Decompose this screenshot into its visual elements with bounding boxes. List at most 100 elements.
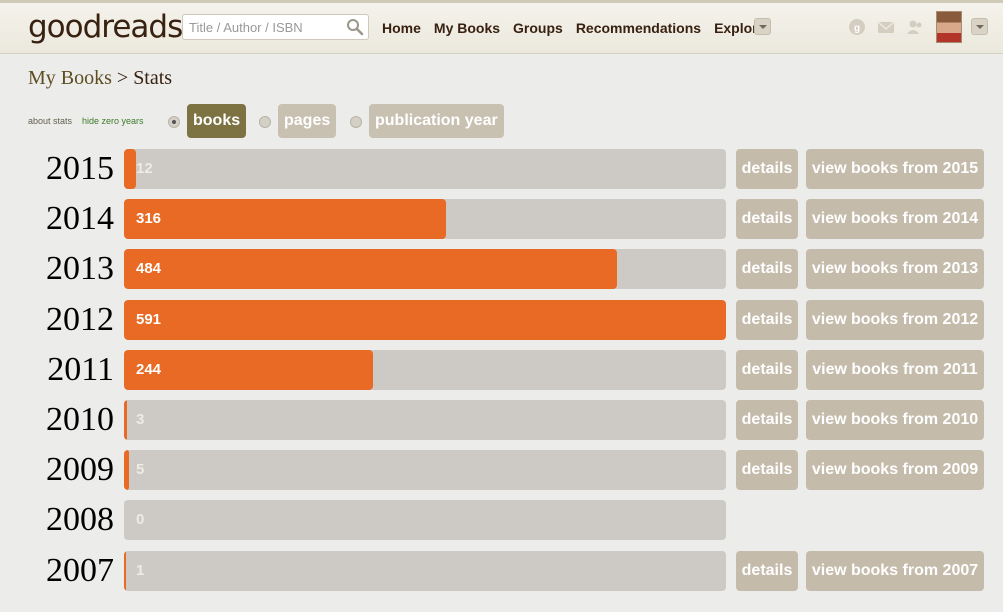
notifications-icon[interactable]: g [848,18,866,36]
year-label: 2009 [46,451,114,489]
year-row: 2007 1 details view books from 2007 [0,550,1003,591]
view-books-prefix: view books from [811,561,943,579]
details-button[interactable]: details [736,199,798,240]
year-row: 2013 484 details view books from 2013 [0,249,1003,290]
bar-fill [124,400,128,440]
goodreads-logo[interactable]: goodreads [28,9,183,45]
about-stats-link[interactable]: about stats [28,116,72,126]
breadcrumb-separator: > [111,67,134,89]
view-books-button[interactable]: view books from 2007 [806,550,984,591]
pages-toggle[interactable]: pages [278,104,337,138]
year-label: 2012 [46,300,114,338]
view-books-prefix: view books from [811,260,943,278]
bar-track: 484 [124,249,726,290]
view-books-button[interactable]: view books from 2014 [806,199,984,240]
details-button[interactable]: details [736,550,798,591]
year-row: 2012 591 details view books from 2012 [0,299,1003,340]
bar-track: 12 [124,149,726,189]
bar-track: 1 [124,550,726,591]
view-books-prefix: view books from [811,411,943,428]
year-label: 2015 [46,150,114,187]
hide-zero-years-link[interactable]: hide zero years [82,116,144,126]
search-box[interactable] [182,14,369,40]
publication-year-toggle[interactable]: publication year [369,104,504,138]
bar-fill [124,149,137,189]
bar-count-label: 0 [136,511,145,529]
view-books-year: 2010 [942,411,979,428]
top-header: goodreads Home My Books Groups Recommend… [0,0,1003,54]
year-row: 2009 5 details view books from 2009 [0,450,1003,491]
details-button[interactable]: details [736,349,798,390]
year-label: 2013 [46,250,114,288]
bar-count-label: 316 [136,210,162,228]
user-avatar[interactable] [936,11,962,43]
year-row: 2008 0 [0,500,1003,541]
pages-radio[interactable] [259,116,271,128]
bar-track: 316 [124,199,726,240]
nav-my-books[interactable]: My Books [434,20,500,36]
view-books-year: 2007 [942,561,979,579]
bar-track: 244 [124,349,726,390]
view-books-prefix: view books from [811,210,943,228]
year-row: 2011 244 details view books from 2011 [0,349,1003,390]
bar-count-label: 244 [136,360,162,378]
bar-fill [124,299,726,340]
main-nav: Home My Books Groups Recommendations Exp… [382,20,778,36]
view-books-button[interactable]: view books from 2010 [806,400,984,440]
friends-icon[interactable] [906,18,924,36]
bar-fill [124,199,446,240]
year-row: 2010 3 details view books from 2010 [0,400,1003,440]
bar-count-label: 3 [136,411,145,428]
bar-fill [124,450,130,491]
year-label: 2010 [46,401,114,438]
bar-count-label: 484 [136,260,162,278]
publication-year-radio[interactable] [350,116,362,128]
year-row: 2014 316 details view books from 2014 [0,199,1003,240]
details-button[interactable]: details [736,299,798,340]
view-books-year: 2015 [942,160,979,177]
view-books-year: 2014 [942,210,979,228]
view-books-button[interactable]: view books from 2011 [806,349,984,390]
view-books-year: 2013 [942,260,979,278]
nav-groups[interactable]: Groups [513,20,563,36]
bar-count-label: 12 [136,160,153,177]
bar-track: 591 [124,299,726,340]
profile-dropdown-button[interactable] [971,18,988,35]
explore-dropdown-button[interactable] [754,18,771,35]
year-label: 2011 [47,350,114,388]
view-books-year: 2012 [942,310,979,328]
view-books-button[interactable]: view books from 2009 [806,450,984,491]
bar-count-label: 1 [136,561,145,579]
bar-fill [124,349,373,390]
details-button[interactable]: details [736,149,798,189]
details-button[interactable]: details [736,400,798,440]
details-button[interactable]: details [736,249,798,290]
messages-icon[interactable] [877,18,895,36]
books-radio[interactable] [168,116,180,128]
nav-recommendations[interactable]: Recommendations [576,20,701,36]
header-top-line [0,0,1003,3]
search-input[interactable] [183,15,343,39]
books-toggle[interactable]: books [187,104,247,138]
view-books-button[interactable]: view books from 2015 [806,149,984,189]
breadcrumb-current: Stats [133,67,173,89]
page-title: My Books > Stats [28,67,172,90]
bar-count-label: 591 [136,310,162,328]
view-books-year: 2009 [942,461,979,479]
view-books-prefix: view books from [812,360,943,378]
nav-home[interactable]: Home [382,20,421,36]
view-books-prefix: view books from [811,160,943,177]
search-icon[interactable] [346,18,364,36]
bar-track: 0 [124,500,726,541]
bar-track: 3 [124,400,726,440]
year-row: 2015 12 details view books from 2015 [0,149,1003,189]
details-button[interactable]: details [736,450,798,491]
bar-fill [124,550,126,591]
bar-track: 5 [124,450,726,491]
bar-count-label: 5 [136,461,145,479]
view-books-button[interactable]: view books from 2013 [806,249,984,290]
view-books-prefix: view books from [811,310,943,328]
view-books-button[interactable]: view books from 2012 [806,299,984,340]
view-books-year: 2011 [942,360,978,378]
breadcrumb-my-books[interactable]: My Books [28,67,112,89]
